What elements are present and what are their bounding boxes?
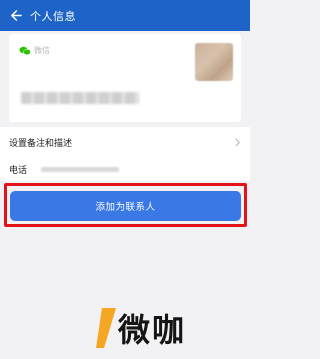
- add-contact-button[interactable]: 添加为联系人: [10, 191, 241, 221]
- info-section: 设置备注和描述 电话: [0, 127, 250, 181]
- wechat-icon: [19, 46, 31, 55]
- watermark: 微咖: [96, 306, 186, 350]
- set-remark-row[interactable]: 设置备注和描述: [9, 127, 241, 157]
- blurred-nickname: [21, 92, 139, 104]
- source-row: 微信: [19, 45, 50, 56]
- watermark-logo-icon: [96, 308, 116, 348]
- source-label: 微信: [34, 46, 50, 55]
- watermark-text: 微咖: [118, 311, 187, 349]
- top-bar: 个人信息: [0, 0, 250, 31]
- back-arrow-icon[interactable]: [0, 0, 30, 31]
- chevron-right-icon: [235, 138, 241, 146]
- avatar: [195, 43, 233, 81]
- page-title: 个人信息: [30, 9, 76, 23]
- blurred-phone-number: [41, 166, 120, 172]
- profile-card: 微信: [9, 34, 241, 122]
- phone-row: 电话: [9, 157, 120, 181]
- phone-label: 电话: [9, 165, 28, 176]
- set-remark-label: 设置备注和描述: [9, 138, 73, 149]
